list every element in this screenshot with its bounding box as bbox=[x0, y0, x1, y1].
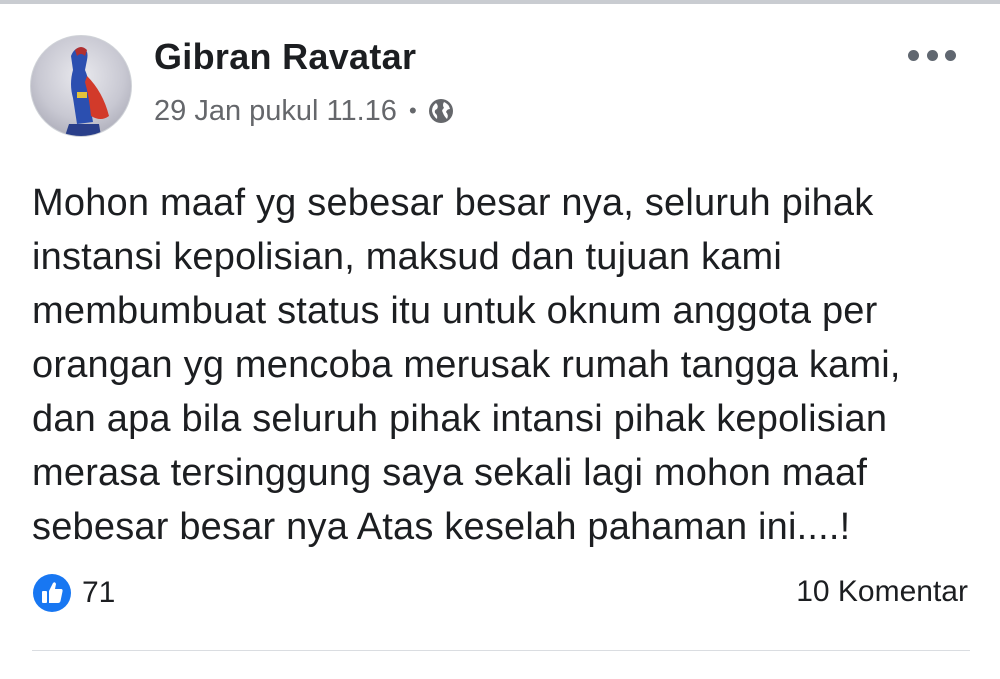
more-options-icon[interactable] bbox=[908, 40, 956, 70]
footer-divider bbox=[32, 650, 970, 651]
author-name[interactable]: Gibran Ravatar bbox=[154, 36, 416, 78]
more-dot bbox=[926, 49, 938, 61]
reactions-summary[interactable]: 71 bbox=[32, 573, 115, 613]
comments-count-link[interactable]: 10 Komentar bbox=[796, 575, 968, 609]
more-dot bbox=[945, 49, 956, 61]
more-dot bbox=[908, 49, 919, 61]
post-timestamp[interactable]: 29 Jan pukul 11.16 bbox=[154, 95, 397, 128]
like-thumb-icon bbox=[32, 573, 72, 613]
post-body-text: Mohon maaf yg sebesar besar nya, seluruh… bbox=[32, 182, 901, 548]
top-divider bbox=[0, 0, 1000, 4]
avatar[interactable] bbox=[30, 35, 132, 137]
post-meta: 29 Jan pukul 11.16 • bbox=[154, 93, 455, 129]
globe-icon[interactable] bbox=[427, 97, 455, 125]
like-count: 71 bbox=[82, 576, 116, 609]
facebook-post-card: Gibran Ravatar 29 Jan pukul 11.16 • Moho… bbox=[0, 0, 1000, 679]
meta-separator: • bbox=[408, 98, 417, 123]
